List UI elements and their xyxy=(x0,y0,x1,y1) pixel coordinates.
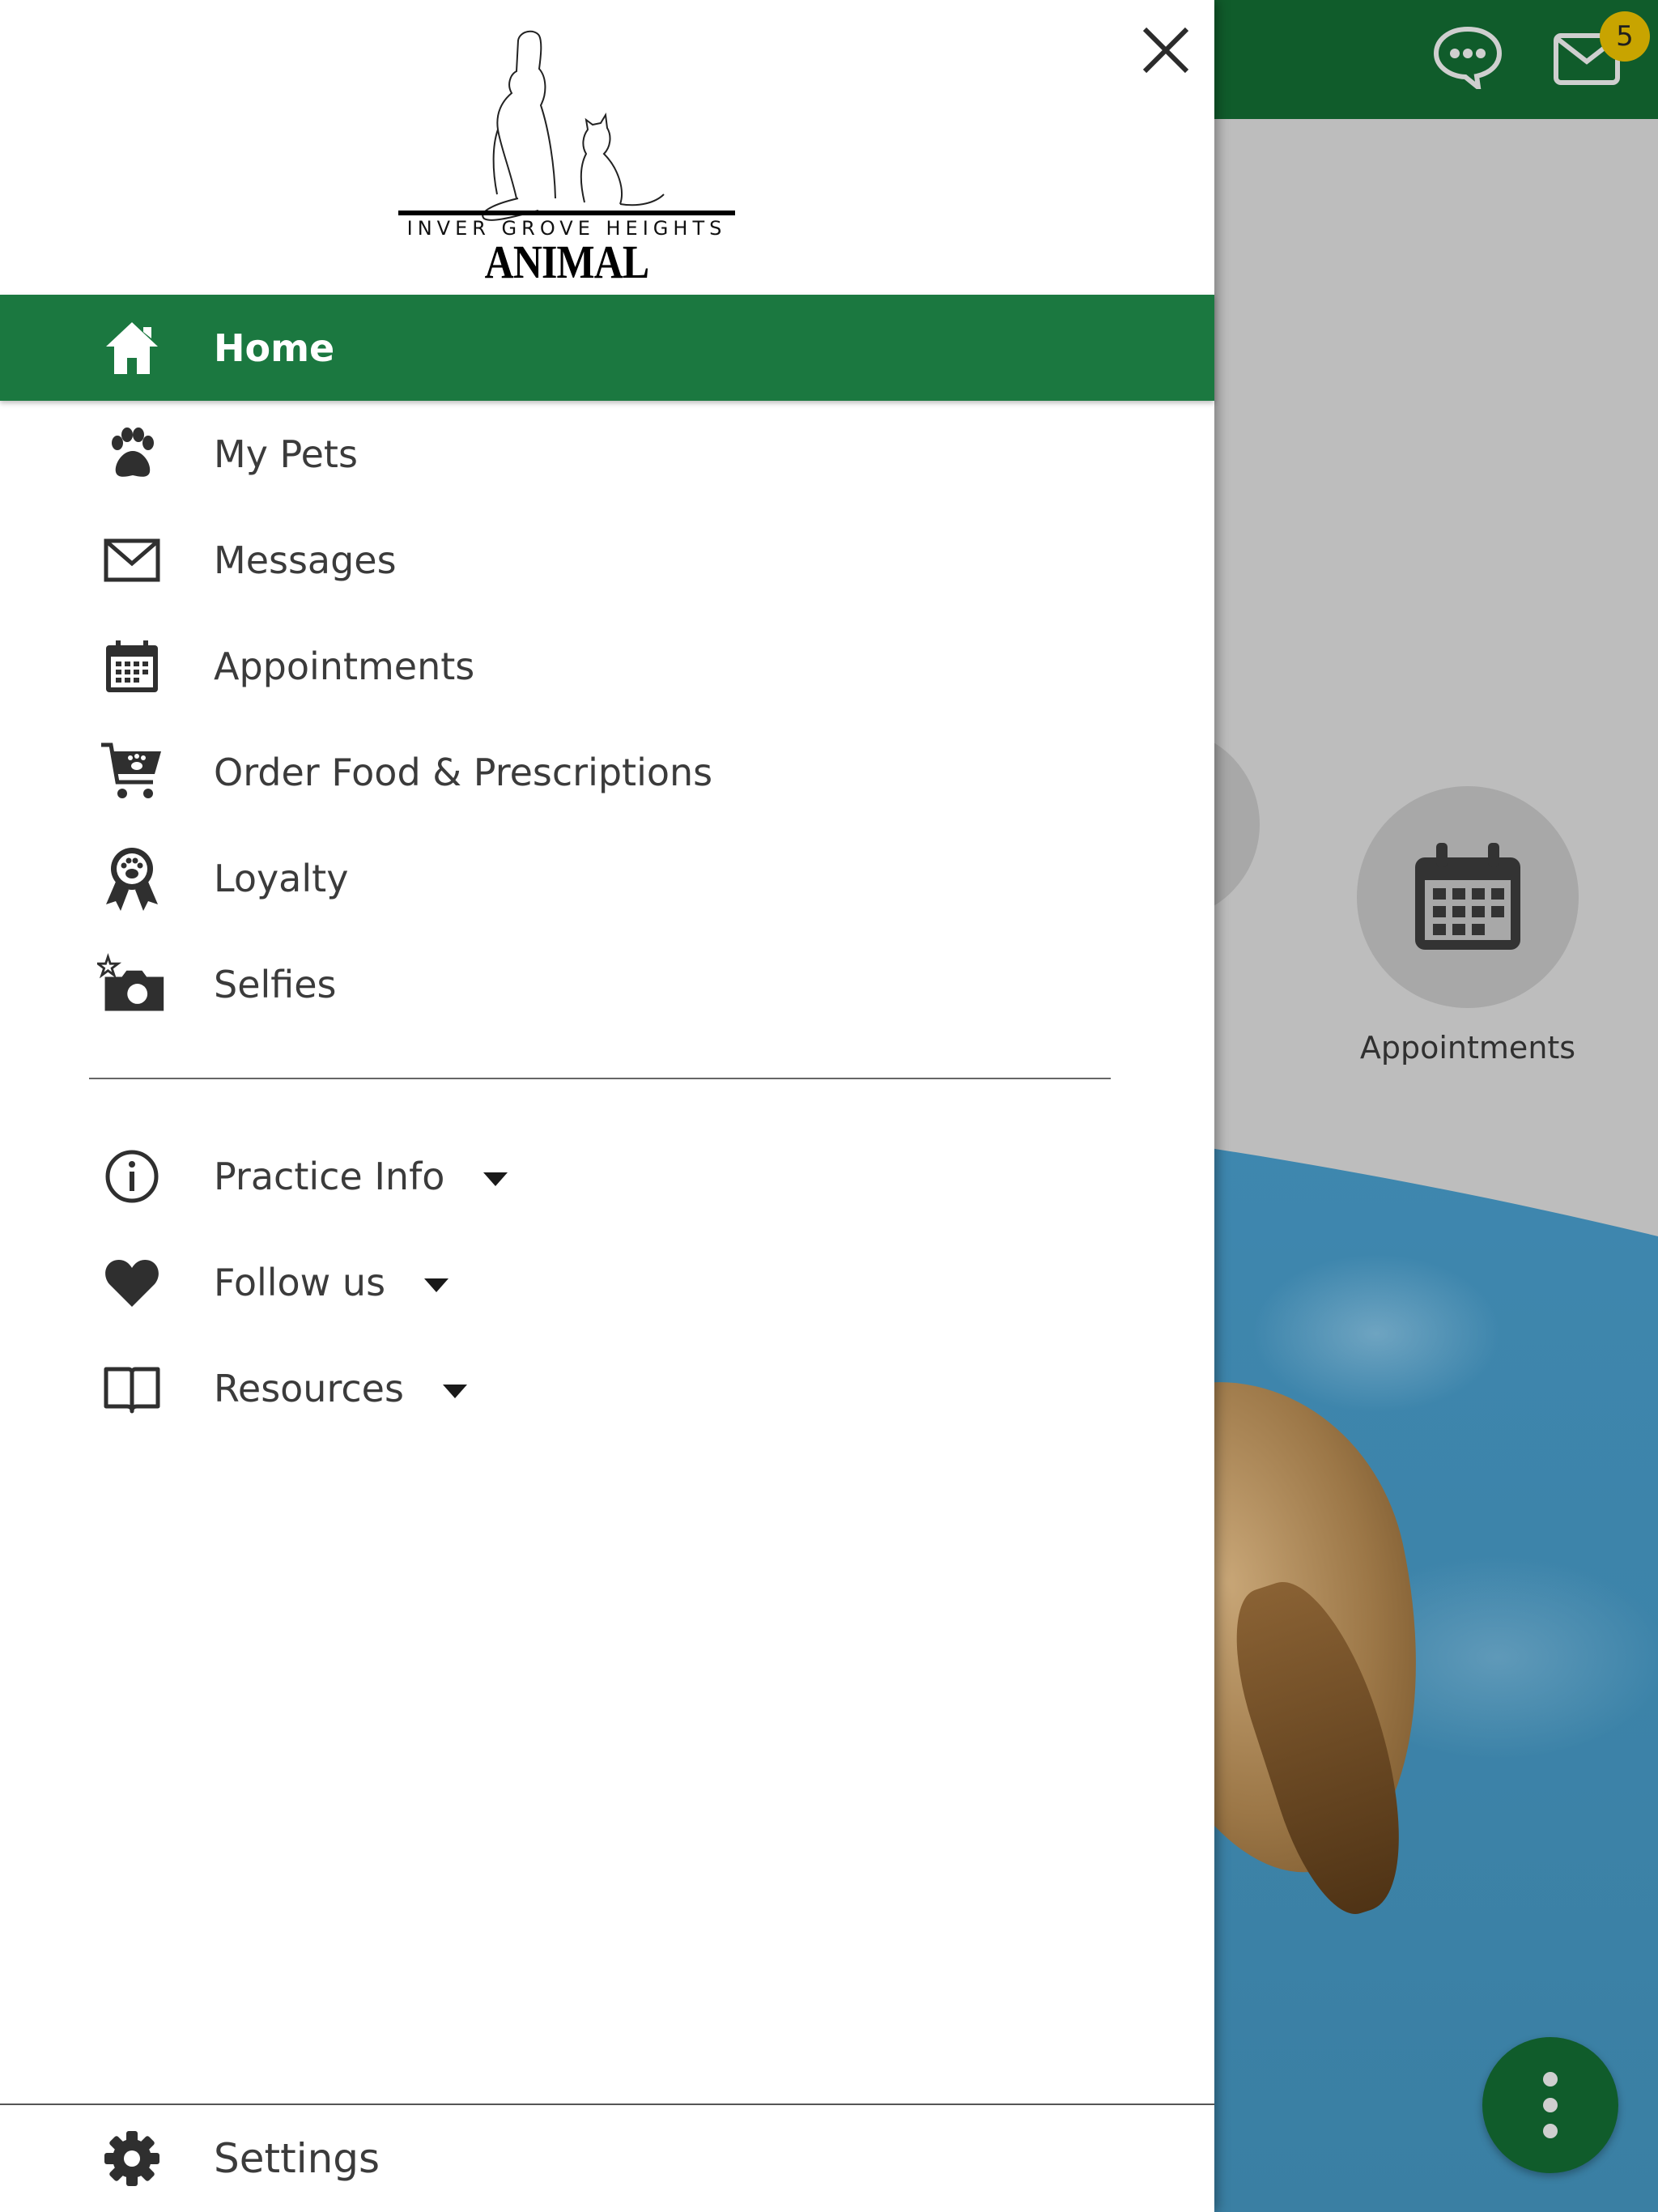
book-icon xyxy=(97,1354,167,1423)
more-options-fab[interactable] xyxy=(1482,2037,1618,2173)
menu-item-resources[interactable]: Resources xyxy=(0,1335,1214,1441)
home-icon xyxy=(97,313,167,383)
menu-item-practice-info[interactable]: Practice Info xyxy=(0,1123,1214,1229)
info-icon xyxy=(97,1142,167,1211)
fab-dot xyxy=(1543,2124,1558,2138)
ribbon-icon xyxy=(97,844,167,913)
menu-item-loyalty[interactable]: Loyalty xyxy=(0,825,1214,931)
menu-item-home[interactable]: Home xyxy=(0,295,1214,401)
menu-item-label: Messages xyxy=(214,538,397,582)
close-icon xyxy=(1142,27,1189,74)
menu-item-label: Home xyxy=(214,325,335,370)
message-count-badge: 5 xyxy=(1600,11,1650,62)
menu-item-follow-us[interactable]: Follow us xyxy=(0,1229,1214,1335)
gear-icon xyxy=(97,2124,167,2193)
camera-icon xyxy=(97,950,167,1019)
cart-icon xyxy=(97,738,167,807)
chevron-down-icon xyxy=(442,1384,467,1398)
menu-item-selfies[interactable]: Selfies xyxy=(0,931,1214,1037)
appointments-shortcut-button[interactable] xyxy=(1357,786,1579,1008)
chat-icon[interactable] xyxy=(1431,24,1504,89)
menu-item-appointments[interactable]: Appointments xyxy=(0,613,1214,719)
menu-item-label: Resources xyxy=(214,1366,404,1410)
heart-icon xyxy=(97,1248,167,1317)
appointments-shortcut-label: Appointments xyxy=(1359,1030,1576,1066)
paw-icon xyxy=(97,419,167,489)
menu-item-messages[interactable]: Messages xyxy=(0,507,1214,613)
fab-dot xyxy=(1543,2098,1558,2112)
calendar-icon xyxy=(1415,843,1520,950)
close-drawer-button[interactable] xyxy=(1135,19,1197,81)
menu-item-my-pets[interactable]: My Pets xyxy=(0,401,1214,507)
calendar-icon xyxy=(97,632,167,701)
chevron-down-icon xyxy=(483,1172,508,1186)
navigation-drawer: INVER GROVE HEIGHTS ANIMAL HOSPITAL Home… xyxy=(0,0,1214,2212)
menu-item-label: My Pets xyxy=(214,432,358,476)
menu-item-order-food[interactable]: Order Food & Prescriptions xyxy=(0,719,1214,825)
envelope-icon xyxy=(97,525,167,595)
menu-item-settings[interactable]: Settings xyxy=(0,2105,1214,2211)
menu-item-label: Selfies xyxy=(214,962,337,1006)
menu-item-label: Practice Info xyxy=(214,1154,445,1198)
chevron-down-icon xyxy=(424,1278,449,1292)
menu-item-label: Follow us xyxy=(214,1260,386,1304)
menu-item-label: Order Food & Prescriptions xyxy=(214,750,713,794)
fab-dot xyxy=(1543,2072,1558,2087)
menu-item-label: Appointments xyxy=(214,644,475,688)
menu-item-label: Settings xyxy=(214,2134,380,2182)
menu-item-label: Loyalty xyxy=(214,856,349,900)
menu-divider xyxy=(89,1078,1111,1079)
